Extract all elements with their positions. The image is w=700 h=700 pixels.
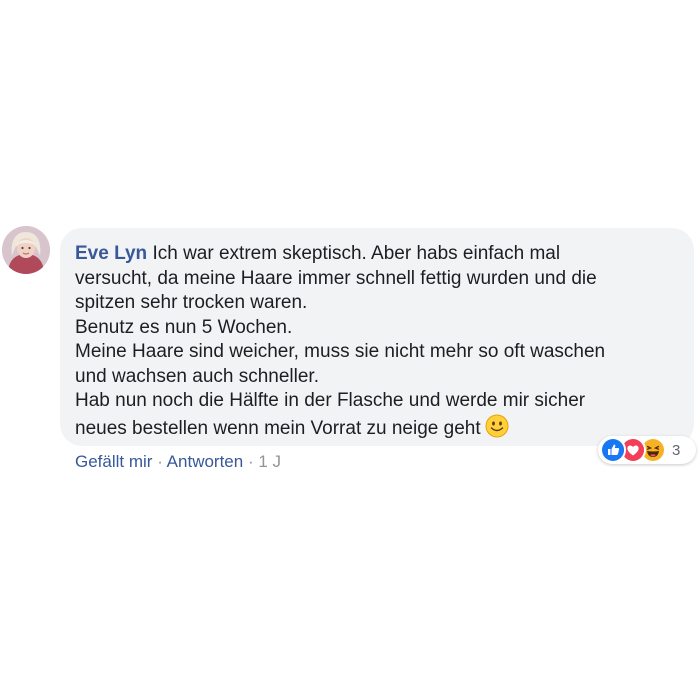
comment-line-text: Ich war extrem skeptisch. Aber habs einf… xyxy=(152,243,561,264)
like-link[interactable]: Gefällt mir xyxy=(75,452,152,471)
comment-line-text: neues bestellen wenn mein Vorrat zu neig… xyxy=(75,417,481,439)
timestamp[interactable]: 1 J xyxy=(258,452,281,471)
avatar[interactable] xyxy=(2,226,50,274)
comment-line: neues bestellen wenn mein Vorrat zu neig… xyxy=(75,414,680,446)
slightly-smiling-face-icon xyxy=(485,414,509,446)
comment-line: spitzen sehr trocken waren. xyxy=(75,292,308,313)
comment-actions: Gefällt mir · Antworten · 1 J xyxy=(75,452,281,472)
comment-text: Eve Lyn Ich war extrem skeptisch. Aber h… xyxy=(75,242,680,445)
author-name[interactable]: Eve Lyn xyxy=(75,243,147,264)
comment-line: Hab nun noch die Hälfte in der Flasche u… xyxy=(75,390,586,411)
comment-line: und wachsen auch schneller. xyxy=(75,365,319,387)
comment-line: Meine Haare sind weicher, muss sie nicht… xyxy=(75,341,606,362)
comment-line: Benutz es nun 5 Wochen. xyxy=(75,316,293,338)
comment-bubble: Eve Lyn Ich war extrem skeptisch. Aber h… xyxy=(60,228,694,446)
separator: · xyxy=(157,452,163,471)
separator: · xyxy=(247,452,254,471)
reaction-count: 3 xyxy=(672,441,681,459)
reply-link[interactable]: Antworten xyxy=(167,452,244,471)
comment-line: versucht, da meine Haare immer schnell f… xyxy=(75,267,597,289)
comment-line: Eve Lyn Ich war extrem skeptisch. Aber h… xyxy=(75,242,680,267)
like-icon xyxy=(600,437,626,463)
comment: Eve Lyn Ich war extrem skeptisch. Aber h… xyxy=(0,0,700,700)
reactions-summary[interactable]: 3 xyxy=(598,436,696,464)
